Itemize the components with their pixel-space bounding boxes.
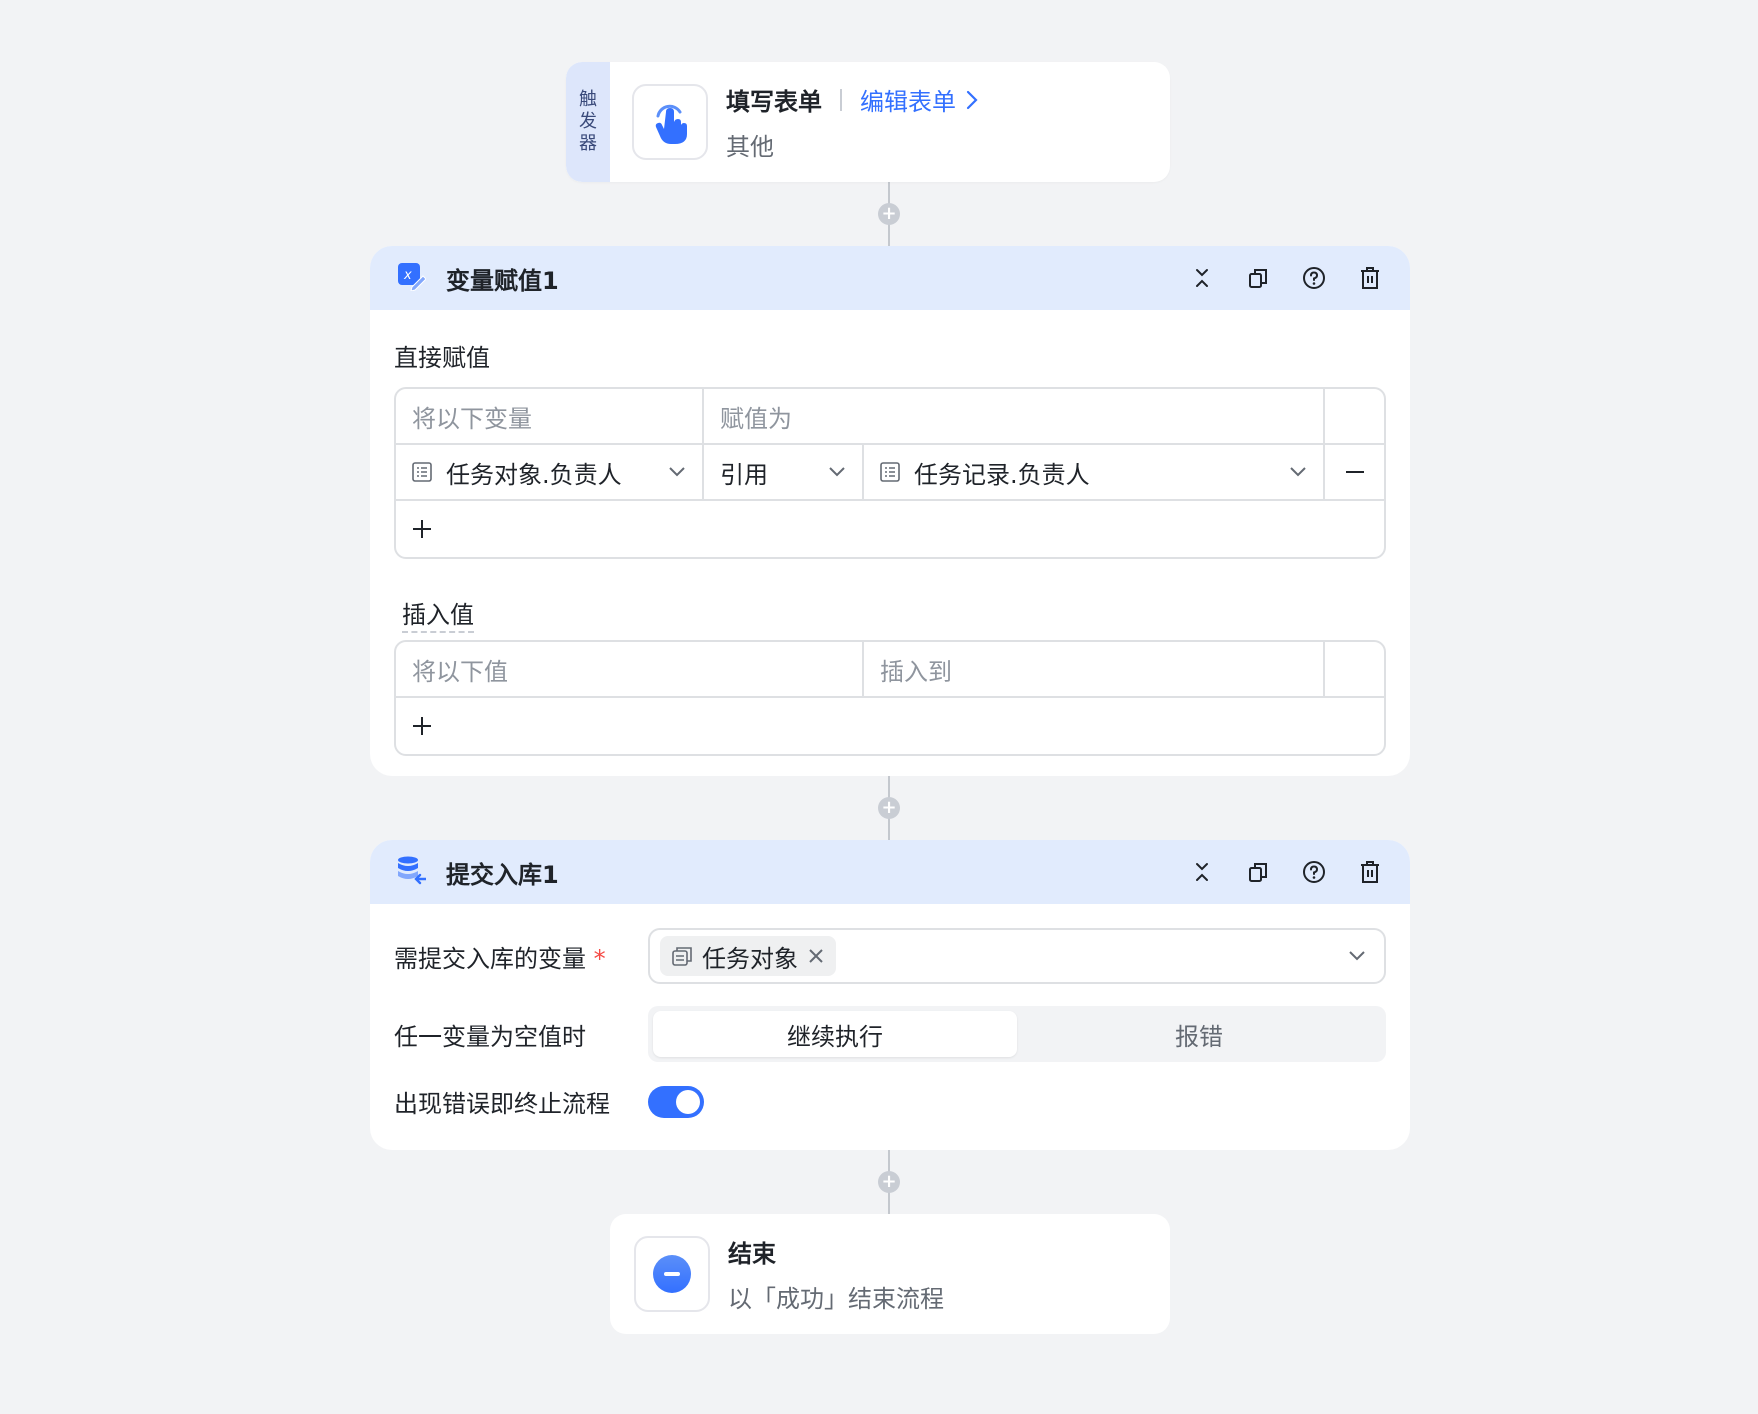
insert-value-label: 插入值 (394, 595, 1386, 633)
delete-icon[interactable] (1356, 264, 1384, 292)
toggle-knob (676, 1089, 700, 1114)
stop-form-row: 出现错误即终止流程 (394, 1084, 1386, 1119)
empty-form-row: 任一变量为空值时 继续执行 报错 (394, 1006, 1386, 1062)
required-mark: * (593, 944, 606, 973)
stop-label: 出现错误即终止流程 (394, 1090, 610, 1118)
edit-form-link[interactable]: 编辑表单 (860, 82, 980, 117)
trigger-card[interactable]: 触 发 器 填写表单 编辑表单 其他 (566, 62, 1170, 182)
chevron-down-icon (1349, 951, 1365, 961)
help-icon[interactable] (1300, 858, 1328, 886)
add-node-button[interactable]: + (878, 203, 900, 225)
value-select[interactable]: 任务记录.负责人 (864, 445, 1325, 499)
database-icon (396, 855, 428, 889)
pointer-hand-icon (632, 84, 708, 160)
submit-node-card[interactable]: 提交入库1 需提交入库的变量 * 任务对象 任一变量为空值时 继续执行 报错 出… (370, 840, 1410, 1150)
table-header-row: 将以下变量 赋值为 (396, 389, 1384, 445)
copy-icon[interactable] (1244, 858, 1272, 886)
trigger-subtitle: 其他 (726, 133, 774, 161)
table-row: 任务对象.负责人 引用 任务记录.负责人 (396, 445, 1384, 501)
copy-icon[interactable] (1244, 264, 1272, 292)
collapse-icon[interactable] (1188, 858, 1216, 886)
list-icon (880, 462, 900, 482)
insert-value-label-text: 插入值 (402, 601, 474, 633)
minus-icon (1345, 471, 1364, 473)
list-icon (412, 462, 432, 482)
add-node-button[interactable]: + (878, 1171, 900, 1193)
trigger-tag-char: 触 (579, 89, 597, 110)
chevron-down-icon (829, 467, 845, 477)
add-row (396, 698, 1384, 754)
divider (840, 88, 842, 111)
plus-icon (413, 520, 431, 538)
segment-error[interactable]: 报错 (1017, 1011, 1381, 1057)
column-header: 赋值为 (704, 389, 1325, 443)
trigger-title: 填写表单 (726, 88, 822, 116)
copy-list-icon (672, 947, 692, 966)
column-header-empty (1325, 642, 1384, 696)
trigger-tag: 触 发 器 (566, 62, 610, 182)
end-title: 结束 (728, 1240, 776, 1268)
node-header: x 变量赋值1 (370, 246, 1410, 310)
insert-value-table: 将以下值 插入到 (394, 640, 1386, 756)
variable-select[interactable]: 任务对象.负责人 (396, 445, 704, 499)
selected-var-chip: 任务对象 (660, 936, 836, 976)
selected-var-label: 任务对象 (702, 944, 798, 973)
mode-value: 引用 (720, 460, 768, 489)
variable-edit-icon: x (396, 261, 427, 295)
vars-label: 需提交入库的变量 * (394, 939, 648, 974)
minus-circle-icon (634, 1236, 710, 1312)
mode-select[interactable]: 引用 (704, 445, 864, 499)
add-row (396, 501, 1384, 557)
edit-form-label: 编辑表单 (860, 88, 956, 116)
add-row-button[interactable] (396, 698, 1384, 754)
direct-assign-table: 将以下变量 赋值为 任务对象.负责人 引用 任务记录.负责人 (394, 387, 1386, 559)
node-header: 提交入库1 (370, 840, 1410, 904)
variable-value: 任务对象.负责人 (446, 460, 622, 489)
chevron-right-icon (966, 90, 978, 109)
collapse-icon[interactable] (1188, 264, 1216, 292)
end-subtitle: 以「成功」结束流程 (728, 1285, 944, 1313)
chevron-down-icon (669, 467, 685, 477)
column-header: 插入到 (864, 642, 1325, 696)
end-node-card[interactable]: 结束 以「成功」结束流程 (610, 1214, 1170, 1334)
segment-continue[interactable]: 继续执行 (653, 1011, 1017, 1057)
chevron-down-icon (1290, 467, 1306, 477)
vars-form-row: 需提交入库的变量 * 任务对象 (394, 928, 1386, 984)
add-row-button[interactable] (396, 501, 1384, 557)
add-node-button[interactable]: + (878, 797, 900, 819)
empty-behavior-segmented: 继续执行 报错 (648, 1006, 1386, 1062)
plus-icon (413, 717, 431, 735)
column-header: 将以下变量 (396, 389, 704, 443)
column-header: 将以下值 (396, 642, 864, 696)
node-title: 提交入库1 (446, 860, 559, 889)
delete-icon[interactable] (1356, 858, 1384, 886)
empty-label: 任一变量为空值时 (394, 1022, 586, 1051)
trigger-tag-char: 发 (579, 111, 597, 132)
vars-select[interactable]: 任务对象 (648, 928, 1386, 984)
trigger-tag-char: 器 (579, 133, 597, 154)
remove-row-button[interactable] (1325, 445, 1384, 499)
close-icon[interactable] (808, 948, 824, 964)
assign-node-card[interactable]: x 变量赋值1 直接赋值 将以下变量 赋值为 任务对象.负责人 引用 任务记录.… (370, 246, 1410, 776)
vars-label-text: 需提交入库的变量 (394, 944, 586, 973)
node-title: 变量赋值1 (446, 266, 559, 295)
column-header-empty (1325, 389, 1384, 443)
value-value: 任务记录.负责人 (914, 460, 1090, 489)
svg-text:x: x (403, 268, 412, 283)
table-header-row: 将以下值 插入到 (396, 642, 1384, 698)
stop-on-error-toggle[interactable] (648, 1085, 704, 1118)
help-icon[interactable] (1300, 264, 1328, 292)
direct-assign-label: 直接赋值 (394, 344, 490, 372)
